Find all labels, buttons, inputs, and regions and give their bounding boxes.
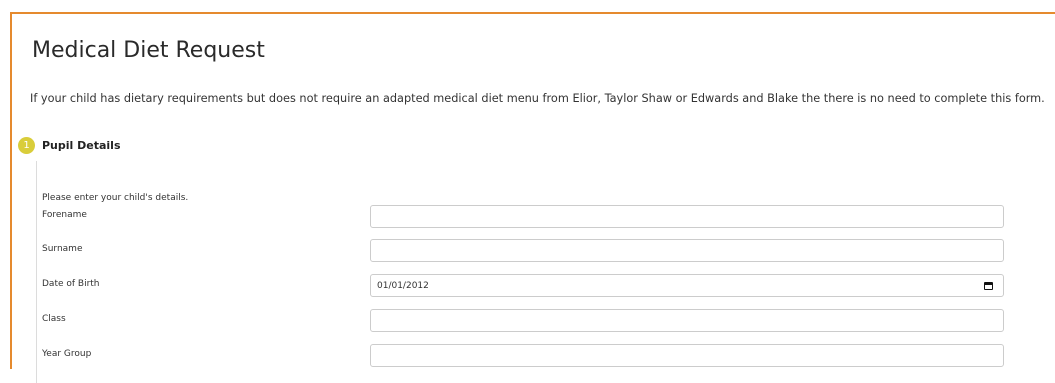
forename-input[interactable] (370, 205, 1004, 228)
page-title: Medical Diet Request (32, 38, 265, 63)
year-group-input[interactable] (370, 344, 1004, 367)
year-group-label: Year Group (42, 349, 92, 359)
calendar-icon[interactable] (984, 281, 993, 290)
section-hint: Please enter your child's details. (42, 193, 189, 203)
date-of-birth-label: Date of Birth (42, 279, 100, 289)
forename-label: Forename (42, 210, 87, 220)
form-container: Medical Diet Request If your child has d… (10, 12, 1055, 383)
section-header: 1 Pupil Details (18, 137, 121, 154)
surname-label: Surname (42, 244, 83, 254)
section-divider-line (36, 161, 37, 383)
class-input[interactable] (370, 309, 1004, 332)
intro-text: If your child has dietary requirements b… (30, 92, 1045, 105)
surname-input[interactable] (370, 239, 1004, 262)
step-number-badge: 1 (18, 137, 35, 154)
section-title: Pupil Details (42, 139, 121, 152)
class-label: Class (42, 314, 66, 324)
date-of-birth-input[interactable]: 01/01/2012 (370, 274, 1004, 297)
date-of-birth-value: 01/01/2012 (377, 280, 429, 291)
